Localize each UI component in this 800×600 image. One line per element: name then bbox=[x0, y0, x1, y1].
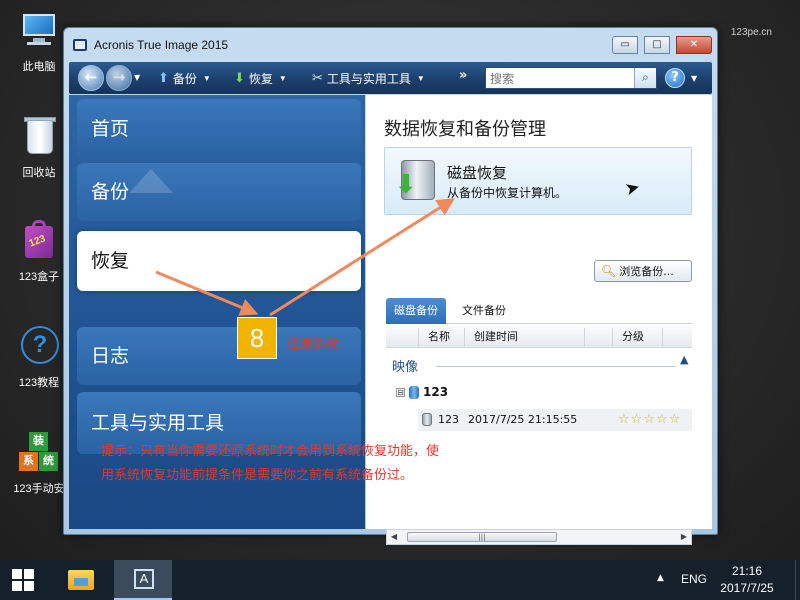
column-header-created[interactable]: 创建时间 bbox=[474, 326, 518, 348]
collapse-chevron-icon[interactable]: ▲ bbox=[680, 353, 688, 366]
column-header-name[interactable]: 名称 bbox=[428, 326, 450, 348]
sidebar-item-recover[interactable]: 恢复 bbox=[77, 231, 361, 291]
clock-date: 2017/7/25 bbox=[720, 581, 774, 595]
step-label: 还原系统 bbox=[287, 337, 340, 352]
hint-text: 提示：只有当你需要还原系统时才会用到系统恢复功能，使 用系统恢复功能前提条件是需… bbox=[101, 440, 531, 488]
sidebar-item-label: 备份 bbox=[91, 181, 130, 203]
search-input[interactable] bbox=[486, 69, 632, 89]
show-desktop-button[interactable] bbox=[795, 560, 800, 600]
rating-stars[interactable]: ☆☆☆☆☆ bbox=[618, 409, 681, 431]
disk-recovery-card[interactable]: ⬇ 磁盘恢复 从备份中恢复计算机。 ➤ bbox=[384, 147, 692, 215]
toolbar-backup-menu[interactable]: ⬆ 备份 ▼ bbox=[158, 69, 211, 87]
help-icon: ? bbox=[17, 324, 61, 368]
chevron-down-icon: ▼ bbox=[416, 73, 425, 83]
section-images-label: 映像 bbox=[392, 360, 419, 375]
wrench-icon: ✂ bbox=[312, 70, 323, 85]
acronis-taskbar-icon: A bbox=[134, 569, 154, 589]
download-arrow-icon: ⬇ bbox=[234, 70, 245, 85]
disk-image-icon bbox=[422, 413, 432, 426]
scroll-left-icon[interactable]: ◀ bbox=[387, 530, 401, 544]
table-row[interactable]: 123 2017/7/25 21:15:55 ☆☆☆☆☆ bbox=[418, 409, 692, 431]
row-created-time: 2017/7/25 21:15:55 bbox=[468, 413, 578, 426]
help-button[interactable]: ? bbox=[665, 68, 685, 88]
disk-recovery-icon: ⬇ bbox=[395, 158, 437, 202]
tray-overflow-icon[interactable]: ▲ bbox=[657, 573, 664, 583]
horizontal-scrollbar[interactable]: ◀ ||| ▶ bbox=[386, 529, 692, 545]
table-header: 名称 创建时间 分级 bbox=[386, 326, 692, 348]
window-titlebar[interactable]: Acronis True Image 2015 ▭ □ ✕ bbox=[64, 28, 717, 60]
tab-disk-backups[interactable]: 磁盘备份 bbox=[386, 298, 446, 324]
toolbar-recover-menu[interactable]: ⬇ 恢复 ▼ bbox=[234, 69, 287, 87]
section-divider bbox=[436, 366, 676, 367]
step-number-badge: 8 bbox=[237, 317, 277, 359]
computer-icon bbox=[17, 8, 61, 52]
folder-icon bbox=[68, 570, 94, 590]
toolbar-recover-label: 恢复 bbox=[248, 71, 273, 86]
123-box-icon: 123 bbox=[17, 218, 61, 262]
acronis-app-icon bbox=[73, 39, 87, 51]
search-box: ⌕ bbox=[485, 67, 657, 89]
row-name: 123 bbox=[438, 413, 459, 426]
toolbar-overflow-button[interactable]: » bbox=[459, 68, 467, 83]
file-explorer-taskbar-button[interactable] bbox=[58, 564, 104, 596]
history-dropdown-icon[interactable]: ▼ bbox=[134, 73, 140, 82]
toolbar-backup-label: 备份 bbox=[172, 71, 197, 86]
clock-time: 21:16 bbox=[731, 564, 763, 578]
recycle-bin-icon bbox=[17, 114, 61, 158]
browse-backups-button[interactable]: 🔍︎ 浏览备份... bbox=[594, 260, 692, 282]
toolbar-tools-menu[interactable]: ✂ 工具与实用工具 ▼ bbox=[312, 69, 425, 87]
browse-backups-label: 浏览备份... bbox=[619, 265, 674, 278]
chevron-down-icon: ▼ bbox=[202, 73, 211, 83]
window-title: Acronis True Image 2015 bbox=[94, 38, 229, 52]
scroll-right-icon[interactable]: ▶ bbox=[677, 530, 691, 544]
forward-button[interactable]: → bbox=[106, 65, 132, 91]
backup-tabs: 磁盘备份 文件备份 bbox=[386, 298, 692, 324]
acronis-taskbar-button[interactable]: A bbox=[114, 560, 172, 600]
search-icon[interactable]: ⌕ bbox=[634, 68, 656, 88]
manual-install-icon: 装 系 统 bbox=[17, 430, 61, 474]
chevron-down-icon[interactable]: ▼ bbox=[691, 74, 697, 83]
chevron-down-icon: ▼ bbox=[278, 73, 287, 83]
page-title: 数据恢复和备份管理 bbox=[384, 119, 546, 140]
maximize-button[interactable]: □ bbox=[644, 36, 670, 54]
watermark: 123pe.cn bbox=[730, 27, 772, 38]
backup-arrow-icon bbox=[129, 169, 173, 193]
toolbar: ← → ▼ ⬆ 备份 ▼ ⬇ 恢复 ▼ ✂ 工具与实用工具 ▼ » ⌕ ? ▼ bbox=[69, 62, 712, 94]
disk-recovery-title: 磁盘恢复 bbox=[447, 164, 508, 182]
backup-archive-icon bbox=[409, 385, 419, 399]
sidebar-item-home[interactable]: 首页 bbox=[77, 99, 361, 159]
toolbar-tools-label: 工具与实用工具 bbox=[326, 71, 411, 86]
magnifier-icon: 🔍︎ bbox=[601, 264, 617, 278]
back-button[interactable]: ← bbox=[78, 65, 104, 91]
hint-line-2: 用系统恢复功能前提条件是需要你之前有系统备份过。 bbox=[101, 468, 414, 483]
start-button[interactable] bbox=[0, 560, 48, 600]
sidebar-item-backup[interactable]: 备份 bbox=[77, 163, 361, 221]
minimize-button[interactable]: ▭ bbox=[612, 36, 638, 54]
system-clock[interactable]: 21:16 2017/7/25 bbox=[716, 563, 778, 597]
mouse-cursor-icon: ➤ bbox=[622, 176, 643, 201]
hint-line-1: 提示：只有当你需要还原系统时才会用到系统恢复功能，使 bbox=[101, 444, 440, 459]
tree-node-label: 123 bbox=[423, 385, 449, 399]
backup-tree-node[interactable]: ⊟ 123 bbox=[396, 385, 448, 399]
tab-file-backups[interactable]: 文件备份 bbox=[454, 298, 514, 324]
input-language[interactable]: ENG bbox=[681, 572, 707, 586]
close-button[interactable]: ✕ bbox=[676, 36, 712, 54]
scrollbar-thumb[interactable]: ||| bbox=[407, 532, 557, 542]
column-header-rating[interactable]: 分级 bbox=[622, 326, 644, 348]
tree-collapse-icon[interactable]: ⊟ bbox=[396, 387, 405, 397]
taskbar: A ▲ ENG 21:16 2017/7/25 bbox=[0, 560, 800, 600]
disk-recovery-subtitle: 从备份中恢复计算机。 bbox=[447, 186, 568, 200]
upload-arrow-icon: ⬆ bbox=[158, 70, 169, 85]
